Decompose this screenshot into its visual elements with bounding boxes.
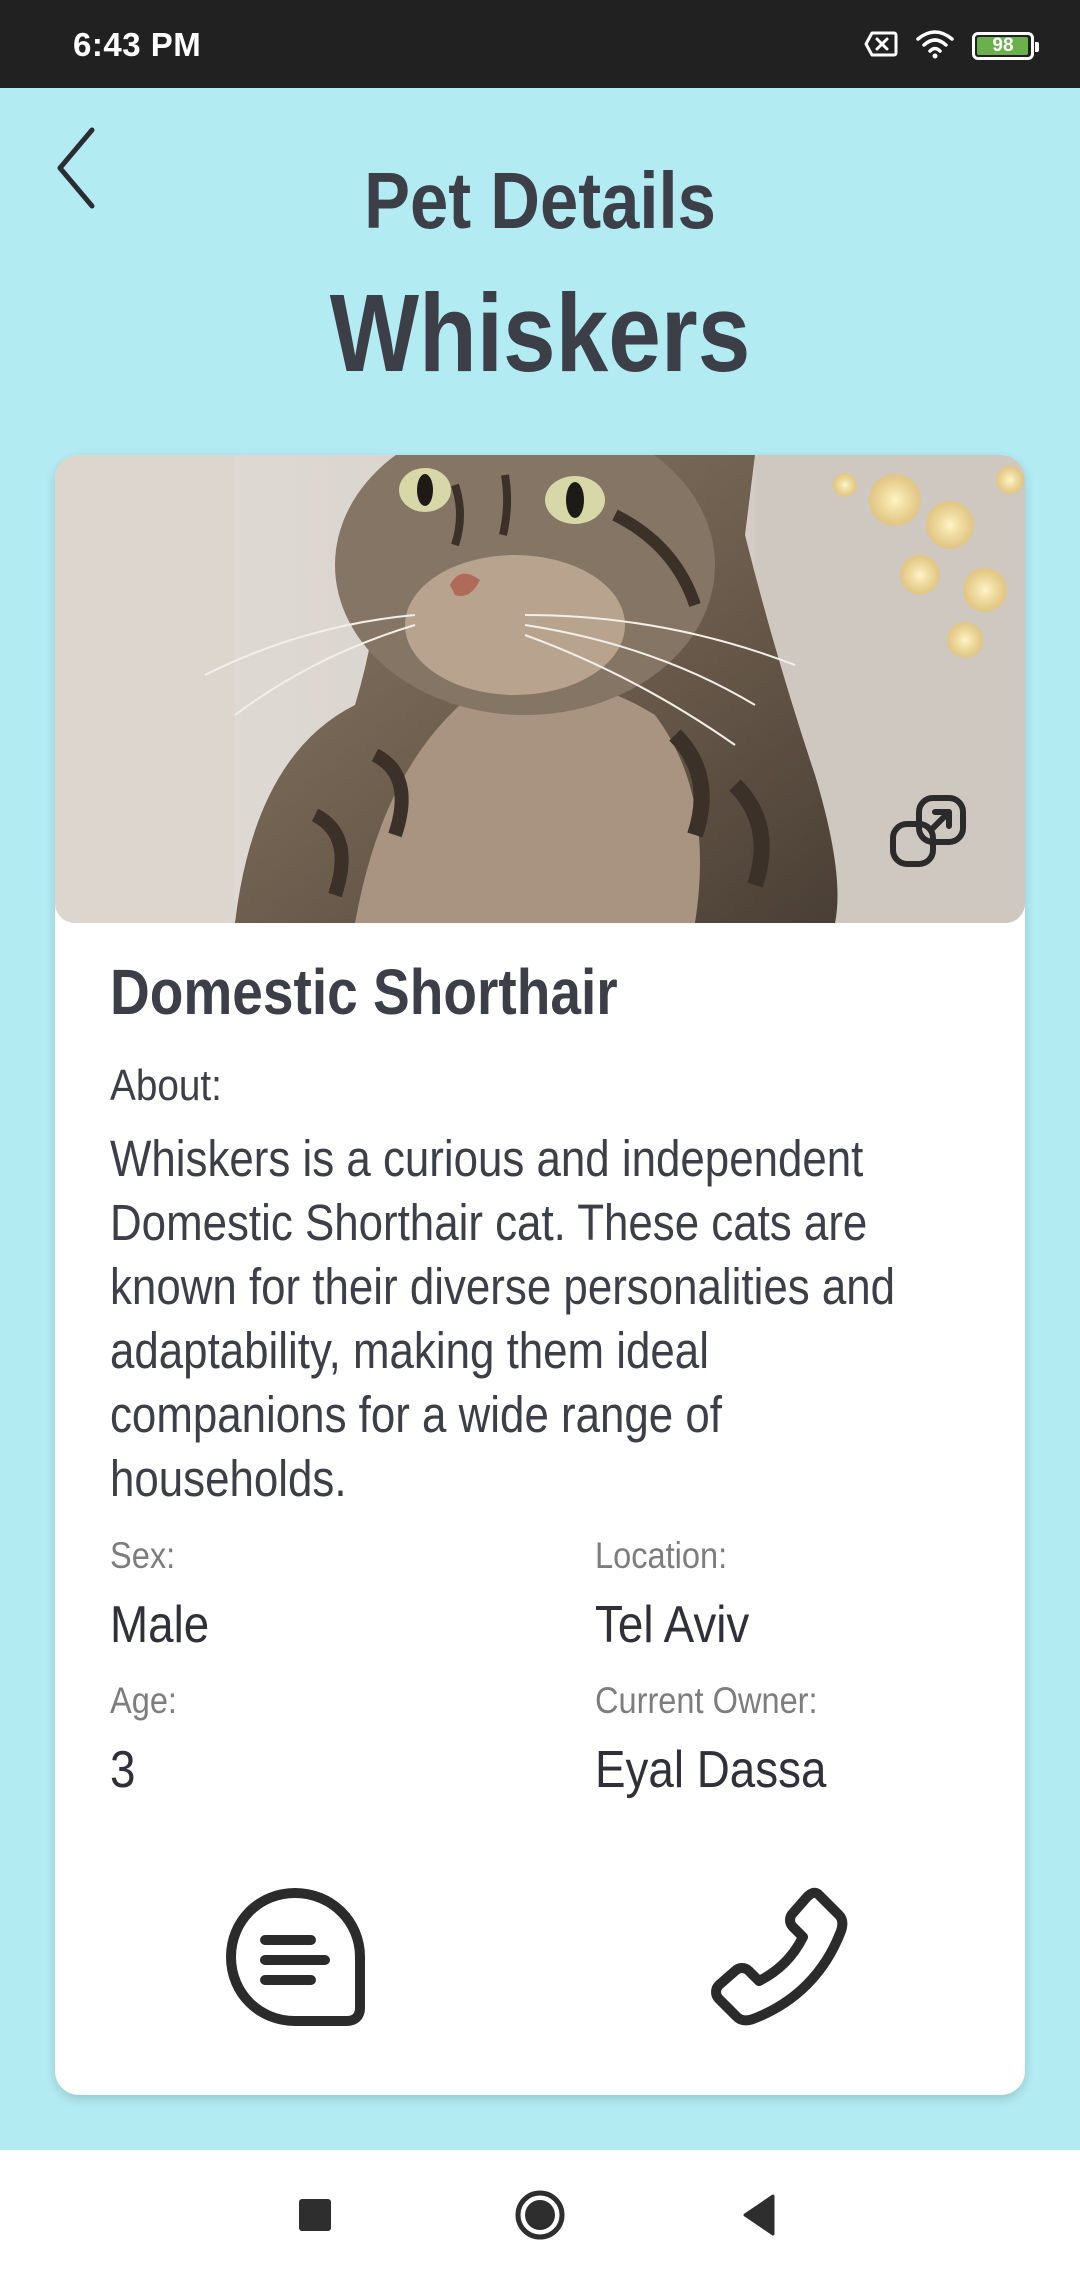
pet-name: Whiskers <box>329 272 751 395</box>
recents-button[interactable] <box>280 2180 350 2250</box>
expand-icon <box>890 795 966 867</box>
call-button[interactable] <box>707 1885 852 2030</box>
battery-tip <box>1035 42 1039 52</box>
pet-card: Domestic Shorthair About: Whiskers is a … <box>55 455 1025 2095</box>
battery-level: 98 <box>992 35 1014 56</box>
page-title: Pet Details <box>364 156 716 245</box>
location-value: Tel Aviv <box>595 1596 750 1654</box>
sex-value: Male <box>110 1596 210 1654</box>
age-label: Age: <box>110 1680 177 1721</box>
status-bar: 6:43 PM 98 <box>0 0 1080 88</box>
home-button[interactable] <box>505 2180 575 2250</box>
back-triangle-icon <box>743 2194 775 2236</box>
recents-square-icon <box>299 2199 331 2231</box>
owner-value: Eyal Dassa <box>595 1741 827 1799</box>
nav-back-button[interactable] <box>725 2180 795 2250</box>
sex-label: Sex: <box>110 1535 176 1576</box>
breed-title: Domestic Shorthair <box>110 956 618 1028</box>
phone-icon <box>711 1887 848 2026</box>
chat-bubble-icon <box>226 1888 365 2026</box>
pet-details-screen: 6:43 PM 98 Pet Details Whiskers Domestic… <box>0 0 1080 2280</box>
owner-label: Current Owner: <box>595 1680 818 1721</box>
expand-image-button[interactable] <box>885 790 975 880</box>
sim-error-icon <box>864 30 898 63</box>
status-icons: 98 <box>864 28 1039 64</box>
cat-photo-illustration <box>55 455 1025 923</box>
home-circle-icon <box>515 2190 565 2240</box>
about-text: Whiskers is a curious and independent Do… <box>110 1130 896 1507</box>
age-value: 3 <box>110 1741 136 1799</box>
chat-button[interactable] <box>223 1885 368 2030</box>
status-time: 6:43 PM <box>73 26 202 63</box>
about-label: About: <box>110 1061 222 1110</box>
location-label: Location: <box>595 1535 728 1576</box>
battery-icon: 98 <box>972 32 1039 60</box>
wifi-icon <box>916 29 954 64</box>
pet-photo[interactable] <box>55 455 1025 923</box>
system-nav-bar <box>0 2150 1080 2280</box>
